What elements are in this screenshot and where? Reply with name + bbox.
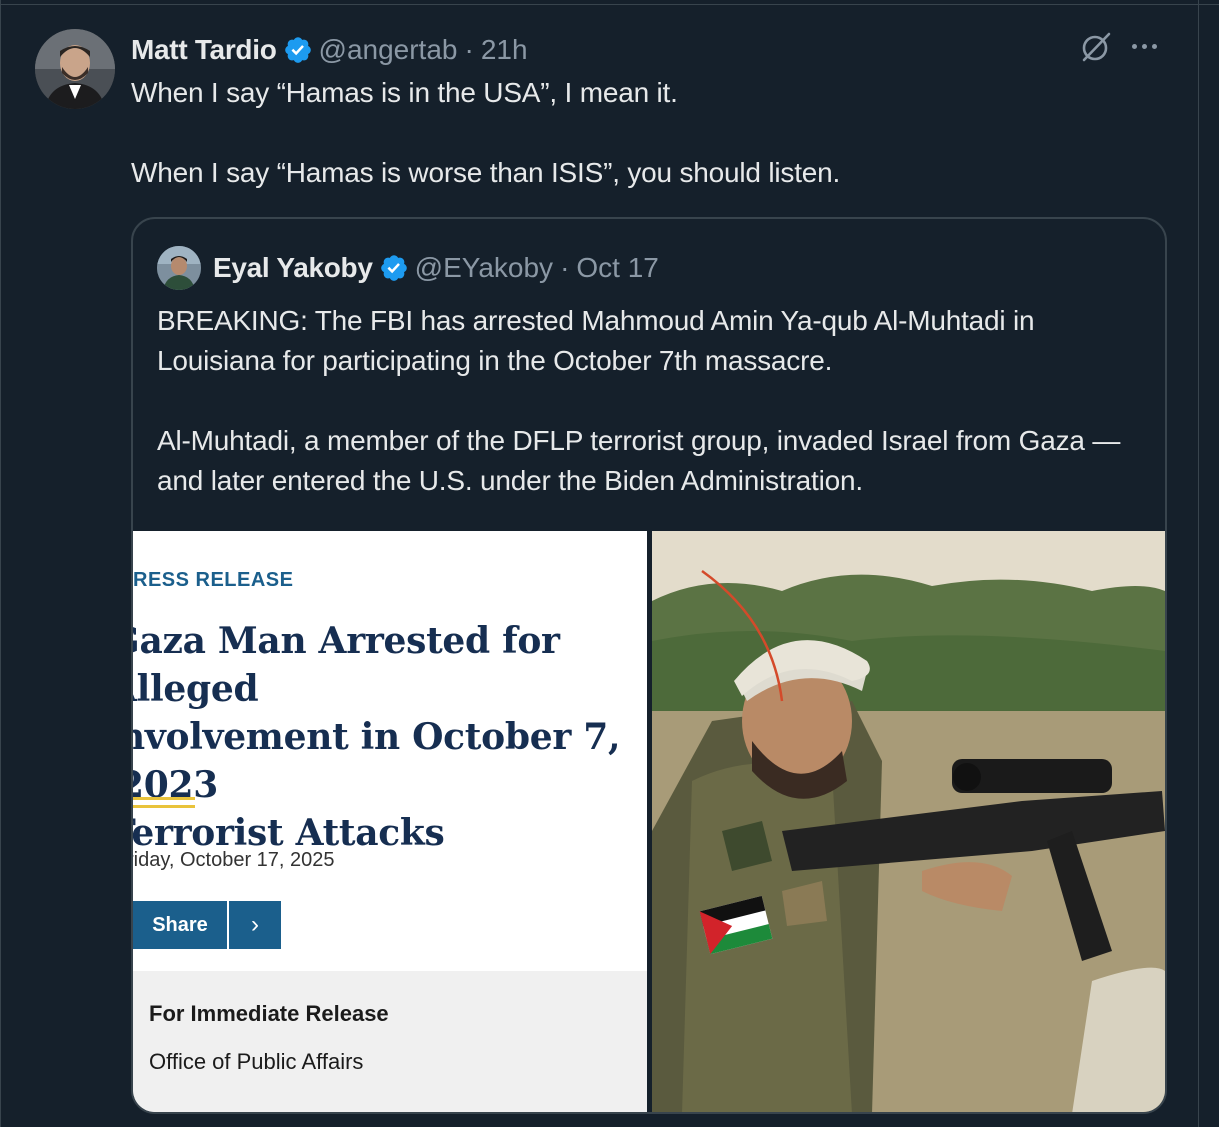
press-release-title: Gaza Man Arrested for Alleged nvolvement…	[133, 617, 647, 857]
quoted-tweet-header: Eyal Yakoby @EYakoby · Oct 17	[157, 245, 659, 291]
author-avatar[interactable]	[35, 29, 115, 109]
tweet-text-line2: When I say “Hamas is worse than ISIS”, y…	[131, 157, 841, 188]
tweet-time[interactable]: 21h	[481, 34, 528, 66]
gold-rule	[133, 797, 195, 800]
quoted-paragraph1: BREAKING: The FBI has arrested Mahmoud A…	[157, 305, 1035, 376]
press-release-label: RESS RELEASE	[133, 569, 294, 591]
release-office: Office of Public Affairs	[149, 1049, 364, 1074]
tweet-header: Matt Tardio @angertab · 21h	[131, 30, 528, 70]
quoted-author-avatar[interactable]	[157, 246, 201, 290]
tweet-text: When I say “Hamas is in the USA”, I mean…	[131, 73, 1171, 193]
grok-icon[interactable]	[1078, 29, 1114, 65]
share-button: Share	[133, 901, 227, 949]
top-border	[0, 4, 1219, 5]
right-border	[1198, 0, 1199, 1127]
verified-badge-icon	[380, 255, 407, 281]
separator-dot: ·	[560, 252, 570, 283]
quoted-paragraph2: Al-Muhtadi, a member of the DFLP terrori…	[157, 425, 1121, 496]
share-arrow-button: ›	[229, 901, 281, 949]
tweet-text-line1: When I say “Hamas is in the USA”, I mean…	[131, 77, 678, 108]
author-handle[interactable]: @angertab	[319, 34, 458, 66]
quoted-media[interactable]: RESS RELEASE Gaza Man Arrested for Alleg…	[133, 531, 1165, 1112]
press-release-image[interactable]: RESS RELEASE Gaza Man Arrested for Alleg…	[133, 531, 647, 1112]
press-release-title-line2: nvolvement in October 7, 2023	[133, 716, 621, 806]
quoted-author-handle[interactable]: @EYakoby	[415, 252, 553, 284]
press-release-title-line1: Gaza Man Arrested for Alleged	[133, 620, 560, 710]
more-options-icon[interactable]	[1132, 44, 1157, 49]
quoted-tweet[interactable]: Eyal Yakoby @EYakoby · Oct 17 BREAKING: …	[131, 217, 1167, 1114]
gold-rule	[133, 805, 195, 808]
quoted-tweet-text: BREAKING: The FBI has arrested Mahmoud A…	[157, 301, 1147, 501]
quoted-tweet-time[interactable]: Oct 17	[576, 252, 658, 284]
release-title: For Immediate Release	[149, 1001, 389, 1026]
press-release-date: riday, October 17, 2025	[133, 849, 335, 871]
release-info-box: For Immediate Release Office of Public A…	[133, 971, 647, 1112]
author-name[interactable]: Matt Tardio	[131, 34, 277, 66]
separator-dot: ·	[464, 34, 474, 65]
verified-badge-icon	[284, 37, 311, 63]
militant-photo[interactable]	[652, 531, 1165, 1112]
left-border	[0, 0, 1, 1127]
quoted-author-name[interactable]: Eyal Yakoby	[213, 252, 373, 284]
